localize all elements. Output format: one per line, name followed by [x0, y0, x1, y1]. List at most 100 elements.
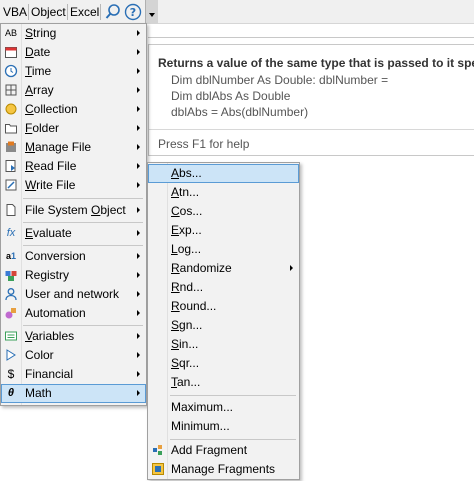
read-file-icon — [4, 159, 18, 173]
excel-menu[interactable]: Excel — [70, 4, 99, 20]
help-tooltip: Returns a value of the same type that is… — [148, 44, 474, 156]
menu-item-sgn[interactable]: Sgn... — [148, 316, 299, 335]
menu-separator — [170, 395, 296, 396]
menu-item-math[interactable]: θ Math — [1, 384, 146, 403]
menu-item-cos[interactable]: Cos... — [148, 202, 299, 221]
menu-item-file-system-object[interactable]: File System Object — [1, 201, 146, 220]
menu-item-time[interactable]: Time — [1, 62, 146, 81]
dollar-icon: $ — [7, 367, 15, 381]
submenu-arrow-icon — [137, 253, 140, 259]
submenu-arrow-icon — [137, 68, 140, 74]
menu-item-collection[interactable]: Collection — [1, 100, 146, 119]
menu-item-add-fragment[interactable]: Add Fragment — [148, 441, 299, 460]
menu-item-tan[interactable]: Tan... — [148, 373, 299, 392]
submenu-arrow-icon — [137, 125, 140, 131]
menu-item-manage-file[interactable]: Manage File — [1, 138, 146, 157]
menu-item-exp[interactable]: Exp... — [148, 221, 299, 240]
menu-item-read-file[interactable]: Read File — [1, 157, 146, 176]
toolbar: VBA Object Excel ? — [0, 0, 474, 24]
submenu-arrow-icon — [137, 207, 140, 213]
submenu-arrow-icon — [137, 49, 140, 55]
submenu-arrow-icon — [137, 291, 140, 297]
submenu-arrow-icon — [137, 182, 140, 188]
menu-item-randomize[interactable]: Randomize — [148, 259, 299, 278]
object-menu[interactable]: Object — [31, 4, 66, 20]
variables-icon — [4, 329, 18, 343]
calendar-icon — [4, 45, 18, 59]
menu-item-sin[interactable]: Sin... — [148, 335, 299, 354]
menu-item-financial[interactable]: $ Financial — [1, 365, 146, 384]
menu-item-sqr[interactable]: Sqr... — [148, 354, 299, 373]
manage-file-icon — [4, 140, 18, 154]
menu-item-folder[interactable]: Folder — [1, 119, 146, 138]
array-icon — [4, 83, 18, 97]
menu-item-color[interactable]: Color — [1, 346, 146, 365]
submenu-arrow-icon — [137, 371, 140, 377]
toolbar-divider — [67, 4, 68, 20]
help-divider — [149, 129, 474, 130]
submenu-arrow-icon — [137, 390, 140, 396]
menu-item-log[interactable]: Log... — [148, 240, 299, 259]
menu-item-round[interactable]: Round... — [148, 297, 299, 316]
menu-item-string[interactable]: AB String — [1, 24, 146, 43]
search-icon[interactable] — [104, 3, 122, 21]
menu-item-automation[interactable]: Automation — [1, 304, 146, 323]
menu-separator — [23, 198, 143, 199]
help-title: Returns a value of the same type that is… — [158, 56, 474, 70]
submenu-arrow-icon — [137, 272, 140, 278]
menu-item-rnd[interactable]: Rnd... — [148, 278, 299, 297]
submenu-arrow-icon — [137, 87, 140, 93]
user-icon — [4, 287, 18, 301]
menu-item-registry[interactable]: Registry — [1, 266, 146, 285]
menu-item-minimum[interactable]: Minimum... — [148, 417, 299, 436]
math-submenu: Abs... Atn... Cos... Exp... Log... Rando… — [147, 162, 300, 480]
menu-separator — [23, 222, 143, 223]
toolbar-divider — [100, 4, 101, 20]
toolbar-dropdown-button[interactable] — [145, 0, 158, 24]
submenu-arrow-icon — [137, 163, 140, 169]
add-fragment-icon — [151, 443, 165, 457]
menu-item-variables[interactable]: Variables — [1, 327, 146, 346]
write-file-icon — [4, 178, 18, 192]
menu-separator — [170, 439, 296, 440]
string-icon: AB — [4, 28, 17, 38]
menu-item-array[interactable]: Array — [1, 81, 146, 100]
menu-item-manage-fragments[interactable]: Manage Fragments — [148, 460, 299, 479]
menu-item-conversion[interactable]: a1 Conversion — [1, 247, 146, 266]
help-code-line: dblAbs = Abs(dblNumber) — [171, 105, 309, 119]
theta-icon: θ — [7, 387, 15, 399]
registry-icon — [4, 268, 18, 282]
submenu-arrow-icon — [290, 265, 293, 271]
toolbar-divider — [28, 4, 29, 20]
menu-item-user-and-network[interactable]: User and network — [1, 285, 146, 304]
submenu-arrow-icon — [137, 106, 140, 112]
folder-icon — [4, 121, 18, 135]
help-code-line: Dim dblAbs As Double — [171, 89, 291, 103]
menu-separator — [23, 245, 143, 246]
menu-item-maximum[interactable]: Maximum... — [148, 398, 299, 417]
editor-border — [148, 37, 474, 38]
collection-icon — [4, 102, 18, 116]
function-icon: fx — [6, 227, 16, 239]
clock-icon — [4, 64, 18, 78]
submenu-arrow-icon — [137, 144, 140, 150]
help-icon[interactable]: ? — [124, 3, 142, 21]
menu-item-evaluate[interactable]: fx Evaluate — [1, 224, 146, 243]
vba-menu[interactable]: VBA — [3, 4, 27, 20]
conversion-icon: a1 — [5, 251, 17, 261]
menu-item-atn[interactable]: Atn... — [148, 183, 299, 202]
help-code-line: Dim dblNumber As Double: dblNumber = — [171, 73, 389, 87]
menu-item-write-file[interactable]: Write File — [1, 176, 146, 195]
svg-text:?: ? — [130, 6, 136, 19]
help-footer: Press F1 for help — [158, 137, 250, 151]
menu-item-abs[interactable]: Abs... — [148, 164, 299, 183]
menu-item-date[interactable]: Date — [1, 43, 146, 62]
document-icon — [4, 203, 18, 217]
submenu-arrow-icon — [137, 333, 140, 339]
submenu-arrow-icon — [137, 230, 140, 236]
menu-separator — [23, 325, 143, 326]
automation-icon — [4, 306, 18, 320]
main-menu: AB String Date Time Array Collection Fol… — [0, 23, 147, 406]
submenu-arrow-icon — [137, 30, 140, 36]
submenu-arrow-icon — [137, 310, 140, 316]
